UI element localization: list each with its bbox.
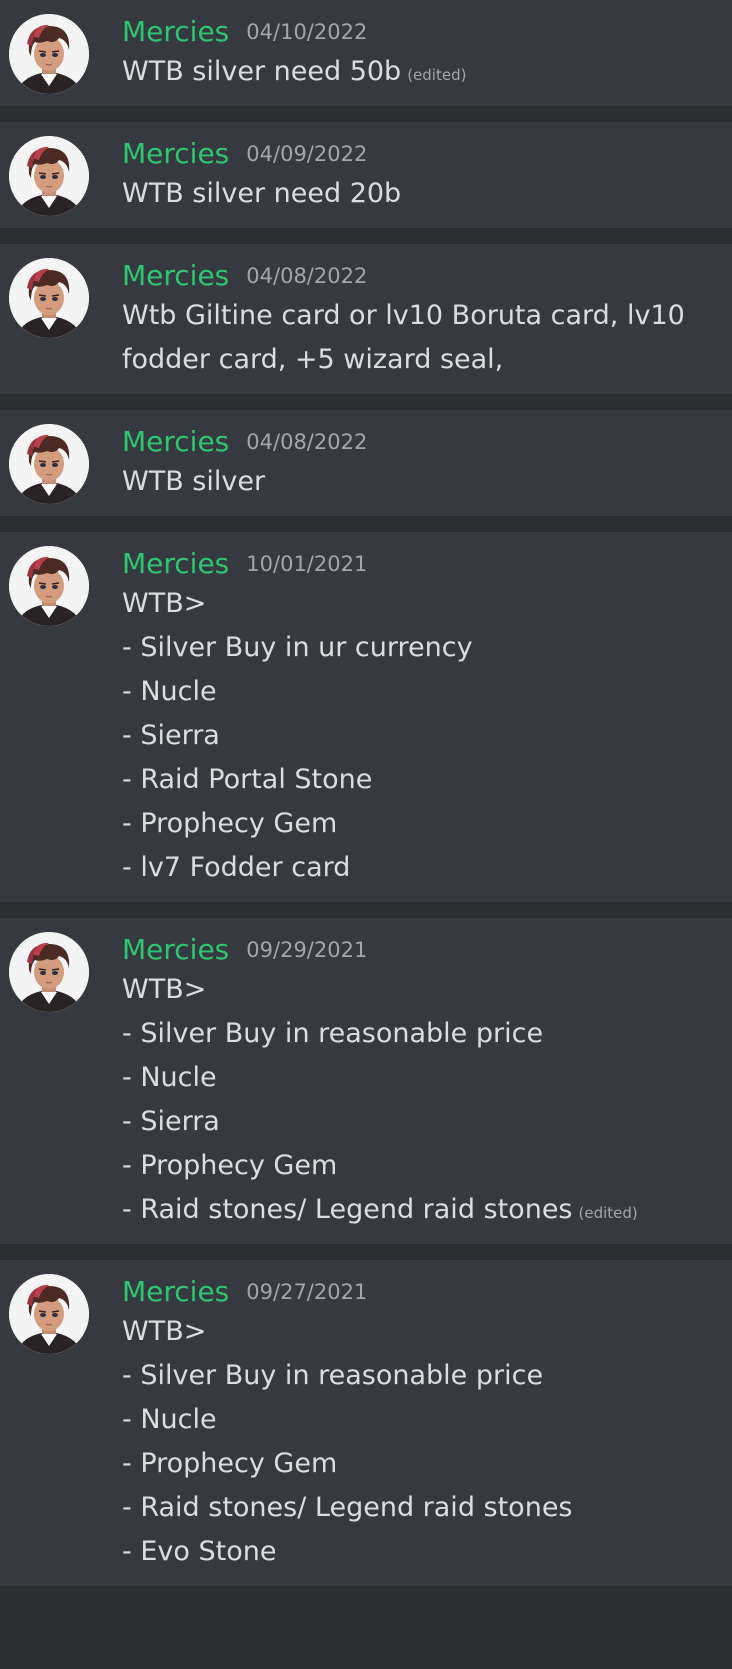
message-content: Wtb Giltine card or lv10 Boruta card, lv… [122,294,732,382]
username[interactable]: Mercies [122,546,229,582]
message-timestamp[interactable]: 04/09/2022 [246,136,367,172]
message-line: - Silver Buy in ur currency [122,626,732,670]
message-text: - Sierra [122,1106,220,1137]
username[interactable]: Mercies [122,258,229,294]
message-item[interactable]: Mercies 10/01/2021 WTB> - Silver Buy in ur … [0,532,732,902]
message-line: - Nucle [122,670,732,714]
user-avatar-icon[interactable] [9,258,89,338]
message-line: - Raid Portal Stone [122,758,732,802]
user-avatar-icon[interactable] [9,424,89,504]
message-text: WTB silver need 20b [122,178,402,209]
message-timestamp[interactable]: 10/01/2021 [246,546,367,582]
message-line: - Prophecy Gem [122,1442,732,1486]
message-header: Mercies 09/29/2021 [122,932,732,968]
message-text: WTB silver need 50b [122,56,402,87]
message-text: WTB> [122,974,207,1005]
message-text: WTB> [122,1316,207,1347]
edited-label: (edited) [407,66,467,84]
message-header: Mercies 10/01/2021 [122,546,732,582]
message-item[interactable]: Mercies 09/27/2021 WTB> - Silver Buy in rea… [0,1260,732,1586]
username[interactable]: Mercies [122,1274,229,1310]
message-timestamp[interactable]: 09/29/2021 [246,932,367,968]
message-line: WTB> [122,968,732,1012]
username[interactable]: Mercies [122,932,229,968]
message-text: fodder card, +5 wizard seal, [122,344,504,375]
message-text: - Prophecy Gem [122,1448,338,1479]
message-line: - Nucle [122,1056,732,1100]
user-avatar-icon[interactable] [9,932,89,1012]
message-text: - Prophecy Gem [122,808,338,839]
message-content: WTB silver need 20b [122,172,732,216]
message-text: - Silver Buy in reasonable price [122,1018,544,1049]
message-text: - Raid stones/ Legend raid stones [122,1194,573,1225]
message-line: WTB> [122,1310,732,1354]
user-avatar-icon[interactable] [9,136,89,216]
message-line: - Prophecy Gem [122,802,732,846]
edited-label: (edited) [578,1204,638,1222]
username[interactable]: Mercies [122,136,229,172]
message-line: - Sierra [122,714,732,758]
message-header: Mercies 04/08/2022 [122,258,732,294]
message-text: - Nucle [122,1062,217,1093]
message-line: WTB silver [122,460,732,504]
user-avatar-icon[interactable] [9,546,89,626]
message-text: WTB silver [122,466,266,497]
message-line: WTB silver need 20b [122,172,732,216]
message-line: - Silver Buy in reasonable price [122,1354,732,1398]
message-timestamp[interactable]: 09/27/2021 [246,1274,367,1310]
message-line: - Prophecy Gem [122,1144,732,1188]
message-text: - Silver Buy in ur currency [122,632,473,663]
message-content: WTB> - Silver Buy in reasonable price - Nu… [122,968,732,1232]
message-header: Mercies 04/10/2022 [122,14,732,50]
message-content: WTB silver [122,460,732,504]
message-line: - Evo Stone [122,1530,732,1574]
message-line: Wtb Giltine card or lv10 Boruta card, lv… [122,294,732,338]
message-line: WTB> [122,582,732,626]
message-text: - Prophecy Gem [122,1150,338,1181]
message-text: Wtb Giltine card or lv10 Boruta card, lv… [122,300,685,331]
message-header: Mercies 04/08/2022 [122,424,732,460]
message-content: WTB> - Silver Buy in ur currency - Nucle - … [122,582,732,890]
message-timestamp[interactable]: 04/08/2022 [246,424,367,460]
username[interactable]: Mercies [122,424,229,460]
message-text: - lv7 Fodder card [122,852,351,883]
message-content: WTB silver need 50b (edited) [122,50,732,94]
user-avatar-icon[interactable] [9,14,89,94]
message-line: - lv7 Fodder card [122,846,732,890]
message-line: - Silver Buy in reasonable price [122,1012,732,1056]
message-line: - Sierra [122,1100,732,1144]
message-item[interactable]: Mercies 04/10/2022 WTB silver need 50b (edi… [0,0,732,106]
message-text: - Silver Buy in reasonable price [122,1360,544,1391]
message-content: WTB> - Silver Buy in reasonable price - Nu… [122,1310,732,1574]
message-text: WTB> [122,588,207,619]
message-header: Mercies 09/27/2021 [122,1274,732,1310]
username[interactable]: Mercies [122,14,229,50]
message-text: - Nucle [122,1404,217,1435]
message-item[interactable]: Mercies 09/29/2021 WTB> - Silver Buy in rea… [0,918,732,1244]
message-text: - Nucle [122,676,217,707]
message-timestamp[interactable]: 04/08/2022 [246,258,367,294]
message-feed: Mercies 04/10/2022 WTB silver need 50b (edi… [0,0,732,1586]
message-line: fodder card, +5 wizard seal, [122,338,732,382]
message-line: WTB silver need 50b (edited) [122,50,732,94]
message-item[interactable]: Mercies 04/08/2022 Wtb Giltine card or lv1… [0,244,732,394]
message-text: - Raid Portal Stone [122,764,373,795]
message-text: - Raid stones/ Legend raid stones [122,1492,573,1523]
message-item[interactable]: Mercies 04/08/2022 WTB silver [0,410,732,516]
message-line: - Raid stones/ Legend raid stones (edited… [122,1188,732,1232]
message-header: Mercies 04/09/2022 [122,136,732,172]
message-line: - Raid stones/ Legend raid stones [122,1486,732,1530]
message-line: - Nucle [122,1398,732,1442]
message-timestamp[interactable]: 04/10/2022 [246,14,367,50]
message-item[interactable]: Mercies 04/09/2022 WTB silver need 20b [0,122,732,228]
message-text: - Evo Stone [122,1536,277,1567]
user-avatar-icon[interactable] [9,1274,89,1354]
message-text: - Sierra [122,720,220,751]
